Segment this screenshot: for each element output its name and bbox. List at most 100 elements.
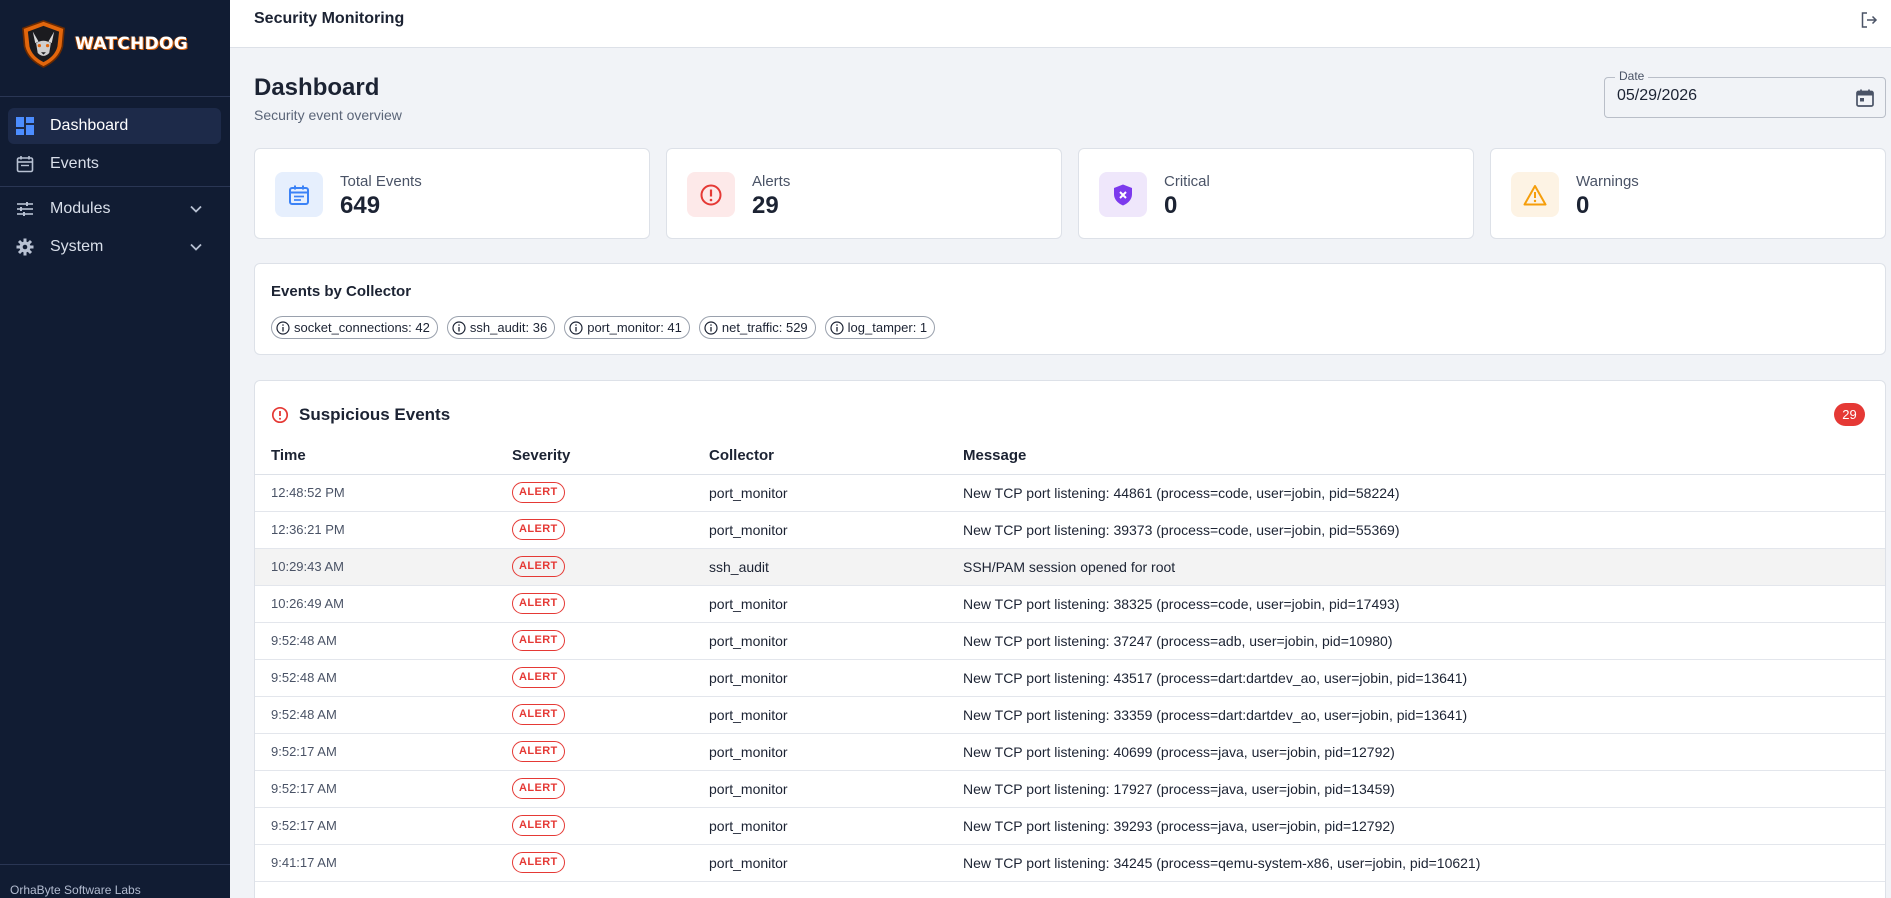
event-collector: port_monitor [693,770,947,808]
stat-label: Alerts [752,173,791,190]
sidebar-item-events[interactable]: Events [8,146,221,182]
collector-chip[interactable]: port_monitor: 41 [564,316,690,339]
table-row[interactable]: 9:52:17 AM ALERT port_monitor New TCP po… [255,770,1885,808]
column-header-severity[interactable]: Severity [496,437,693,475]
top-bar: Security Monitoring [230,0,1891,48]
collector-chip-label: log_tamper: 1 [847,320,928,335]
stat-card-alerts: Alerts 29 [666,148,1062,239]
sidebar-item-label: Dashboard [50,117,129,134]
collector-chip[interactable]: socket_connections: 42 [271,316,438,339]
sidebar-item-system[interactable]: System [8,229,221,265]
collector-chip[interactable]: log_tamper: 1 [824,316,936,339]
severity-badge: ALERT [512,815,565,836]
event-message: New TCP port listening: 43517 (process=d… [947,659,1885,697]
table-row[interactable]: 10:29:43 AM ALERT ssh_audit SSH/PAM sess… [255,548,1885,586]
event-collector: port_monitor [693,474,947,512]
table-row[interactable]: 10:26:49 AM ALERT port_monitor New TCP p… [255,585,1885,623]
sidebar-divider [0,96,230,97]
brand-name: WATCHDOG [74,34,188,54]
alert-circle-icon [687,172,735,217]
date-picker[interactable]: Date [1604,69,1886,118]
stat-label: Total Events [340,173,422,190]
event-message: New TCP port listening: 40699 (process=j… [947,733,1885,771]
suspicious-events-panel: Suspicious Events 29 Time Severity Colle… [254,380,1886,898]
sidebar-divider [0,186,230,187]
logout-icon[interactable] [1859,10,1879,30]
collector-chips: socket_connections: 42 ssh_audit: 36 por… [271,316,936,339]
table-row[interactable]: 12:36:21 PM ALERT port_monitor New TCP p… [255,511,1885,549]
sidebar-divider [0,864,230,865]
events-table: Time Severity Collector Message 12:48:52… [255,437,1885,882]
event-collector: port_monitor [693,659,947,697]
event-collector: ssh_audit [693,548,947,586]
column-header-collector[interactable]: Collector [693,437,947,475]
sidebar-item-dashboard[interactable]: Dashboard [8,108,221,144]
event-time: 9:52:17 AM [255,770,496,808]
table-row[interactable]: 9:41:17 AM ALERT port_monitor New TCP po… [255,844,1885,882]
table-row[interactable]: 9:52:17 AM ALERT port_monitor New TCP po… [255,733,1885,771]
event-time: 9:52:48 AM [255,659,496,697]
gear-icon [16,238,34,256]
sidebar-item-modules[interactable]: Modules [8,191,221,227]
collectors-title: Events by Collector [271,283,412,300]
table-row[interactable]: 9:52:48 AM ALERT port_monitor New TCP po… [255,696,1885,734]
collectors-panel: Events by Collector socket_connections: … [254,263,1886,355]
collector-chip-label: ssh_audit: 36 [469,320,548,335]
event-collector: port_monitor [693,807,947,845]
table-row[interactable]: 12:48:52 PM ALERT port_monitor New TCP p… [255,474,1885,512]
dashboard-icon [16,117,34,135]
event-collector: port_monitor [693,511,947,549]
stat-card-warnings: Warnings 0 [1490,148,1886,239]
stat-value: 29 [752,192,779,219]
collector-chip-label: socket_connections: 42 [294,320,430,335]
collector-chip[interactable]: net_traffic: 529 [698,316,816,339]
stat-value: 649 [340,192,381,219]
severity-badge: ALERT [512,630,565,651]
event-time: 10:29:43 AM [255,548,496,586]
app-title: Security Monitoring [254,10,405,27]
collector-chip[interactable]: ssh_audit: 36 [446,316,556,339]
shield-x-icon [1099,172,1147,217]
date-label: Date [1615,69,1649,83]
info-icon [452,320,466,335]
collector-chip-label: port_monitor: 41 [587,320,682,335]
stat-card-total-events: Total Events 649 [254,148,650,239]
page-title: Dashboard [254,74,380,101]
severity-badge: ALERT [512,852,565,873]
column-header-message[interactable]: Message [947,437,1885,475]
severity-badge: ALERT [512,704,565,725]
info-icon [830,320,844,335]
calendar-icon[interactable] [1855,88,1875,108]
event-message: New TCP port listening: 33359 (process=d… [947,696,1885,734]
event-collector: port_monitor [693,696,947,734]
column-header-time[interactable]: Time [255,437,496,475]
severity-badge: ALERT [512,778,565,799]
event-collector: port_monitor [693,622,947,660]
info-icon [276,320,290,335]
event-message: New TCP port listening: 38325 (process=c… [947,585,1885,623]
calendar-icon [16,155,34,173]
table-row[interactable]: 9:52:17 AM ALERT port_monitor New TCP po… [255,807,1885,845]
alert-circle-icon [271,406,289,424]
severity-badge: ALERT [512,556,565,577]
stat-value: 0 [1164,192,1178,219]
table-row[interactable]: 9:52:48 AM ALERT port_monitor New TCP po… [255,659,1885,697]
chevron-down-icon [190,243,202,251]
table-row[interactable]: 9:52:48 AM ALERT port_monitor New TCP po… [255,622,1885,660]
event-time: 9:52:48 AM [255,696,496,734]
event-time: 9:52:17 AM [255,807,496,845]
sidebar-item-label: System [50,238,104,255]
event-time: 12:36:21 PM [255,511,496,549]
severity-badge: ALERT [512,741,565,762]
footer-brand: OrhaByte Software Labs [10,883,141,897]
warning-triangle-icon [1511,172,1559,217]
event-time: 9:52:17 AM [255,733,496,771]
severity-badge: ALERT [512,519,565,540]
date-input[interactable] [1617,87,1837,105]
sidebar: WATCHDOG Dashboard Events Modules System… [0,0,230,898]
severity-badge: ALERT [512,593,565,614]
event-time: 9:41:17 AM [255,844,496,882]
event-time: 9:52:48 AM [255,622,496,660]
event-message: New TCP port listening: 17927 (process=j… [947,770,1885,808]
brand-logo[interactable]: WATCHDOG [18,12,188,76]
